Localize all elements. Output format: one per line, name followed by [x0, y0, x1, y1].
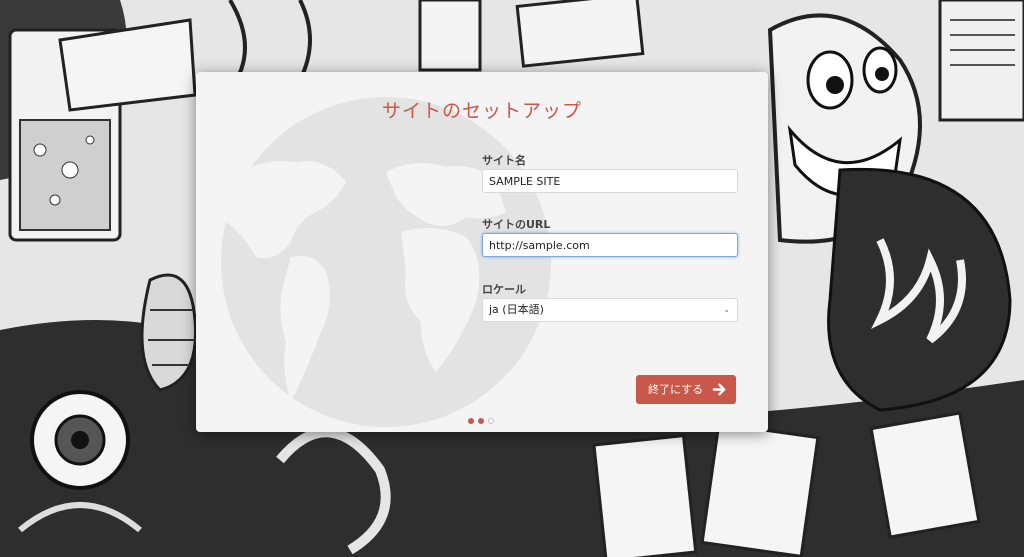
locale-selected-value: ja (日本語)	[489, 303, 544, 316]
locale-label: ロケール	[482, 283, 526, 296]
site-url-input[interactable]	[482, 233, 738, 257]
site-url-label: サイトのURL	[482, 218, 551, 231]
chevron-down-icon: ⌄	[723, 305, 730, 314]
step-dot-3	[488, 418, 494, 424]
step-indicator	[468, 418, 508, 426]
site-name-label: サイト名	[482, 154, 526, 167]
finish-button[interactable]: 終了にする	[636, 375, 736, 404]
step-dot-2	[478, 418, 484, 424]
locale-select[interactable]: ja (日本語) ⌄	[482, 298, 738, 322]
arrow-right-icon	[712, 383, 726, 396]
setup-dialog: サイトのセットアップ サイト名 サイトのURL ロケール ja (日本語) ⌄ …	[196, 72, 768, 432]
site-name-input[interactable]	[482, 169, 738, 193]
dialog-title: サイトのセットアップ	[381, 100, 582, 122]
step-dot-1	[468, 418, 474, 424]
finish-button-label: 終了にする	[648, 383, 704, 396]
